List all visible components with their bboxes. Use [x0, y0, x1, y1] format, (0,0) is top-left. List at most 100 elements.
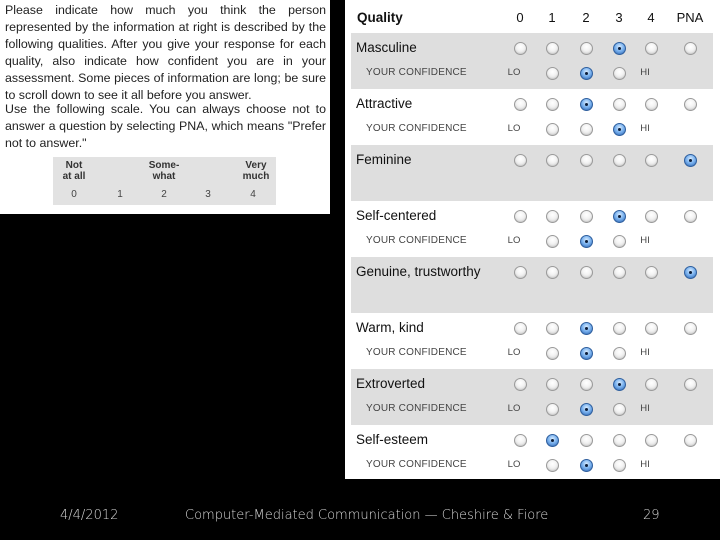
confidence-radio-1[interactable]: [546, 123, 559, 136]
footer-date: 4/4/2012: [60, 508, 119, 523]
rating-radio-2[interactable]: [580, 322, 593, 335]
quality-label: Warm, kind: [356, 320, 424, 335]
confidence-lo-label: LO: [507, 123, 521, 134]
confidence-label: YOUR CONFIDENCE: [366, 235, 467, 246]
confidence-hi-label: HI: [640, 235, 650, 246]
confidence-radio-1[interactable]: [546, 235, 559, 248]
scale-anchor-line: Not: [65, 160, 83, 171]
confidence-lo-label: LO: [507, 347, 521, 358]
footer-title: Computer-Mediated Communication — Cheshi…: [185, 508, 549, 523]
rating-radio-3[interactable]: [613, 266, 626, 279]
rating-radio-1[interactable]: [546, 154, 559, 167]
confidence-radio-3[interactable]: [613, 235, 626, 248]
rating-radio-2[interactable]: [580, 378, 593, 391]
scale-number: 1: [117, 189, 123, 200]
rating-radio-4[interactable]: [645, 266, 658, 279]
header-quality: Quality: [357, 10, 403, 25]
confidence-radio-3[interactable]: [613, 67, 626, 80]
confidence-radio-2[interactable]: [580, 123, 593, 136]
rating-radio-pna[interactable]: [684, 378, 697, 391]
rating-radio-pna[interactable]: [684, 266, 697, 279]
scale-anchor-not-at-all: Not at all: [49, 160, 99, 182]
quality-row: Warm, kind YOUR CONFIDENCE LO HI: [351, 313, 713, 369]
confidence-label: YOUR CONFIDENCE: [366, 459, 467, 470]
rating-radio-0[interactable]: [514, 434, 527, 447]
rating-radio-1[interactable]: [546, 434, 559, 447]
rating-radio-2[interactable]: [580, 210, 593, 223]
confidence-radio-3[interactable]: [613, 123, 626, 136]
confidence-label: YOUR CONFIDENCE: [366, 123, 467, 134]
rating-radio-2[interactable]: [580, 266, 593, 279]
quality-label: Self-esteem: [356, 432, 429, 447]
scale-number: 0: [71, 189, 77, 200]
rating-radio-0[interactable]: [514, 266, 527, 279]
confidence-radio-1[interactable]: [546, 459, 559, 472]
rating-radio-2[interactable]: [580, 98, 593, 111]
rating-radio-pna[interactable]: [684, 210, 697, 223]
rating-radio-3[interactable]: [613, 322, 626, 335]
footer-page-number: 29: [643, 508, 660, 523]
rating-radio-3[interactable]: [613, 98, 626, 111]
rating-radio-3[interactable]: [613, 210, 626, 223]
rating-radio-pna[interactable]: [684, 154, 697, 167]
rating-radio-2[interactable]: [580, 434, 593, 447]
rating-radio-1[interactable]: [546, 42, 559, 55]
quality-label: Genuine, trustworthy: [356, 264, 481, 279]
rating-radio-0[interactable]: [514, 210, 527, 223]
quality-row: Extroverted YOUR CONFIDENCE LO HI: [351, 369, 713, 425]
rating-radio-3[interactable]: [613, 434, 626, 447]
rating-radio-0[interactable]: [514, 42, 527, 55]
scale-anchor-line: what: [152, 171, 176, 182]
scale-anchor-very-much: Very much: [231, 160, 281, 182]
quality-label: Masculine: [356, 40, 417, 55]
rating-radio-4[interactable]: [645, 42, 658, 55]
rating-radio-2[interactable]: [580, 154, 593, 167]
rating-radio-3[interactable]: [613, 42, 626, 55]
rating-radio-4[interactable]: [645, 434, 658, 447]
rating-radio-pna[interactable]: [684, 322, 697, 335]
confidence-radio-3[interactable]: [613, 403, 626, 416]
rating-radio-0[interactable]: [514, 378, 527, 391]
rating-radio-0[interactable]: [514, 322, 527, 335]
rating-radio-1[interactable]: [546, 210, 559, 223]
rating-radio-4[interactable]: [645, 154, 658, 167]
confidence-hi-label: HI: [640, 123, 650, 134]
confidence-radio-2[interactable]: [580, 67, 593, 80]
rating-radio-pna[interactable]: [684, 434, 697, 447]
rating-radio-2[interactable]: [580, 42, 593, 55]
confidence-radio-3[interactable]: [613, 347, 626, 360]
rating-radio-4[interactable]: [645, 322, 658, 335]
confidence-radio-3[interactable]: [613, 459, 626, 472]
confidence-radio-2[interactable]: [580, 347, 593, 360]
confidence-label: YOUR CONFIDENCE: [366, 403, 467, 414]
confidence-hi-label: HI: [640, 403, 650, 414]
quality-row: Self-esteem YOUR CONFIDENCE LO HI: [351, 425, 713, 481]
rating-radio-pna[interactable]: [684, 42, 697, 55]
rating-radio-4[interactable]: [645, 378, 658, 391]
scale-anchor-line: Very: [245, 160, 267, 171]
rating-radio-3[interactable]: [613, 378, 626, 391]
rating-radio-0[interactable]: [514, 98, 527, 111]
scale-number: 2: [161, 189, 167, 200]
confidence-radio-2[interactable]: [580, 235, 593, 248]
confidence-lo-label: LO: [507, 235, 521, 246]
rating-radio-1[interactable]: [546, 266, 559, 279]
confidence-label: YOUR CONFIDENCE: [366, 347, 467, 358]
confidence-radio-2[interactable]: [580, 459, 593, 472]
scale-anchor-line: much: [242, 171, 270, 182]
rating-radio-1[interactable]: [546, 322, 559, 335]
rating-radio-4[interactable]: [645, 98, 658, 111]
rating-radio-pna[interactable]: [684, 98, 697, 111]
confidence-radio-2[interactable]: [580, 403, 593, 416]
rating-radio-1[interactable]: [546, 378, 559, 391]
confidence-hi-label: HI: [640, 347, 650, 358]
quality-row: Self-centered YOUR CONFIDENCE LO HI: [351, 201, 713, 257]
rating-radio-1[interactable]: [546, 98, 559, 111]
rating-radio-3[interactable]: [613, 154, 626, 167]
confidence-radio-1[interactable]: [546, 67, 559, 80]
confidence-lo-label: LO: [507, 403, 521, 414]
rating-radio-0[interactable]: [514, 154, 527, 167]
confidence-radio-1[interactable]: [546, 347, 559, 360]
confidence-radio-1[interactable]: [546, 403, 559, 416]
rating-radio-4[interactable]: [645, 210, 658, 223]
